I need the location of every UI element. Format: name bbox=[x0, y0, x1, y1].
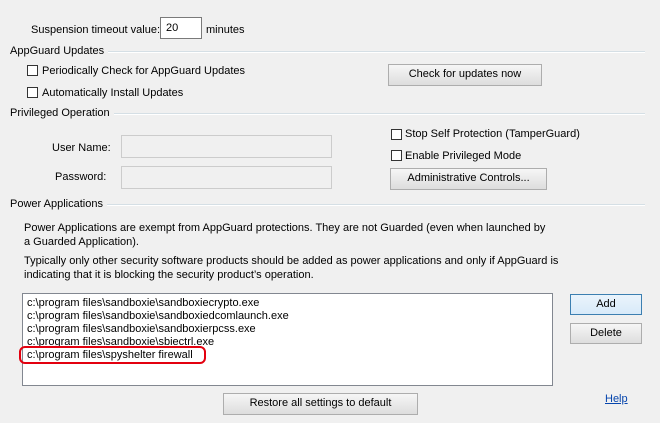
power-apps-list[interactable]: c:\program files\sandboxie\sandboxiecryp… bbox=[22, 293, 553, 386]
suspension-timeout-label: Suspension timeout value: bbox=[31, 24, 161, 36]
enable-privileged-mode-checkbox[interactable] bbox=[391, 150, 402, 161]
power-apps-description-1-line-2: a Guarded Application). bbox=[24, 236, 139, 248]
power-apps-description-2-line-1: Typically only other security software p… bbox=[24, 255, 559, 267]
stop-self-protection-checkbox[interactable] bbox=[391, 129, 402, 140]
list-item[interactable]: c:\program files\sandboxie\sandboxiedcom… bbox=[27, 310, 289, 323]
username-input[interactable] bbox=[121, 135, 332, 158]
delete-button[interactable]: Delete bbox=[570, 323, 642, 344]
list-item[interactable]: c:\program files\sandboxie\sandboxierpcs… bbox=[27, 323, 256, 336]
periodic-check-label[interactable]: Periodically Check for AppGuard Updates bbox=[42, 64, 245, 78]
auto-install-checkbox[interactable] bbox=[27, 87, 38, 98]
updates-group-title: AppGuard Updates bbox=[10, 44, 109, 58]
power-apps-description-1: Power Applications are exempt from AppGu… bbox=[24, 221, 545, 249]
enable-privileged-mode-label[interactable]: Enable Privileged Mode bbox=[405, 149, 521, 163]
power-apps-description-2: Typically only other security software p… bbox=[24, 254, 558, 282]
check-for-updates-button[interactable]: Check for updates now bbox=[388, 64, 542, 86]
periodic-check-checkbox[interactable] bbox=[27, 65, 38, 76]
username-label: User Name: bbox=[52, 142, 111, 154]
power-apps-group-title: Power Applications bbox=[10, 197, 107, 211]
suspension-timeout-unit: minutes bbox=[206, 24, 245, 36]
help-link[interactable]: Help bbox=[605, 392, 628, 406]
administrative-controls-button[interactable]: Administrative Controls... bbox=[390, 168, 547, 190]
list-item[interactable]: c:\program files\sandboxie\sandboxiecryp… bbox=[27, 297, 259, 310]
password-input[interactable] bbox=[121, 166, 332, 189]
suspension-timeout-input[interactable]: 20 bbox=[160, 17, 202, 39]
power-apps-description-2-line-2: indicating that it is blocking the secur… bbox=[24, 269, 314, 281]
restore-defaults-button[interactable]: Restore all settings to default bbox=[223, 393, 418, 415]
password-label: Password: bbox=[55, 171, 107, 183]
privileged-group-title: Privileged Operation bbox=[10, 106, 114, 120]
power-apps-description-1-line-1: Power Applications are exempt from AppGu… bbox=[24, 222, 546, 234]
highlight-annotation bbox=[19, 346, 206, 364]
auto-install-label[interactable]: Automatically Install Updates bbox=[42, 86, 183, 100]
stop-self-protection-label[interactable]: Stop Self Protection (TamperGuard) bbox=[405, 127, 580, 141]
add-button[interactable]: Add bbox=[570, 294, 642, 315]
